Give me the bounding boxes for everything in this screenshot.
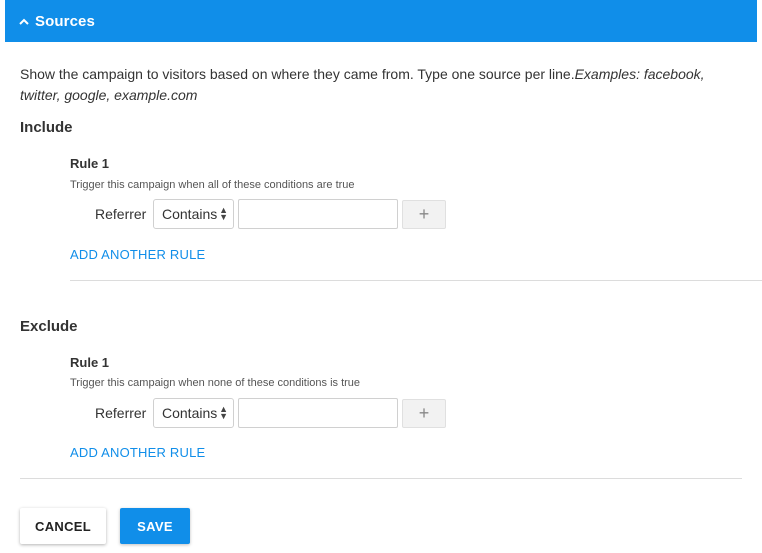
- select-arrows-icon: ▲ ▼: [219, 205, 228, 222]
- exclude-add-rule-link[interactable]: ADD ANOTHER RULE: [70, 445, 205, 460]
- include-value-input[interactable]: [238, 199, 398, 229]
- include-rule-title: Rule 1: [70, 156, 110, 171]
- include-operator-select[interactable]: Contains ▲ ▼: [153, 199, 234, 229]
- description-text: Show the campaign to visitors based on w…: [20, 66, 575, 82]
- sources-header[interactable]: Sources: [5, 0, 757, 42]
- exclude-rule-title: Rule 1: [70, 355, 110, 370]
- include-add-rule-link[interactable]: ADD ANOTHER RULE: [70, 247, 205, 262]
- exclude-operator-value: Contains: [162, 405, 218, 421]
- include-divider: [70, 280, 762, 281]
- exclude-value-input[interactable]: [238, 398, 398, 428]
- include-condition-row: Referrer Contains ▲ ▼ +: [95, 199, 446, 229]
- save-button[interactable]: SAVE: [120, 508, 190, 544]
- include-rule-subtitle: Trigger this campaign when all of these …: [70, 179, 355, 191]
- exclude-title: Exclude: [20, 318, 78, 335]
- include-operator-value: Contains: [162, 206, 218, 222]
- cancel-button[interactable]: CANCEL: [20, 508, 106, 544]
- exclude-divider: [20, 478, 742, 479]
- exclude-condition-row: Referrer Contains ▲ ▼ +: [95, 398, 446, 428]
- sources-title: Sources: [35, 12, 95, 30]
- exclude-add-condition-button[interactable]: +: [402, 398, 446, 428]
- exclude-rule-subtitle: Trigger this campaign when none of these…: [70, 377, 361, 389]
- select-arrows-icon: ▲ ▼: [219, 404, 228, 421]
- include-condition-label: Referrer: [95, 206, 147, 222]
- chevron-up-icon: [17, 14, 31, 28]
- include-title: Include: [20, 119, 73, 136]
- include-add-condition-button[interactable]: +: [402, 199, 446, 229]
- exclude-condition-label: Referrer: [95, 405, 147, 421]
- exclude-operator-select[interactable]: Contains ▲ ▼: [153, 398, 234, 428]
- sources-description: Show the campaign to visitors based on w…: [20, 64, 740, 106]
